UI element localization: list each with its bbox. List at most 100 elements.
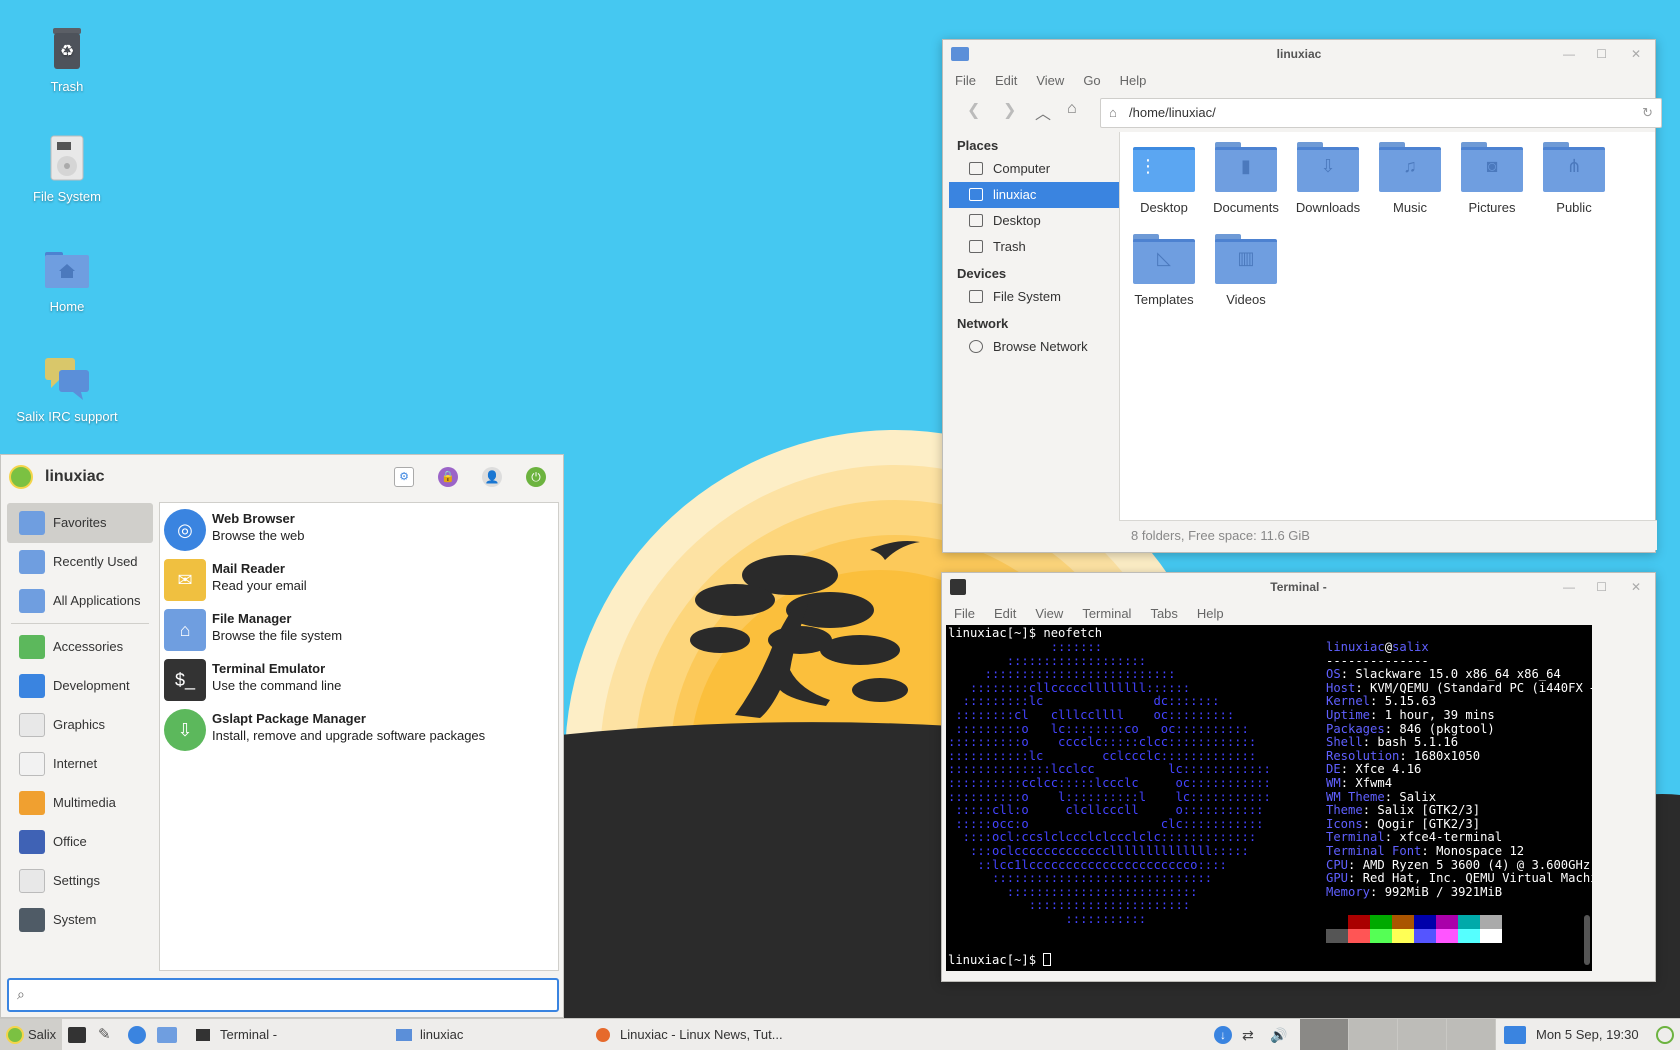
category-development[interactable]: Development	[7, 666, 153, 706]
category-favorites[interactable]: Favorites	[7, 503, 153, 543]
maximize-button[interactable]: ☐	[1596, 40, 1607, 68]
menu-edit[interactable]: Edit	[995, 73, 1017, 88]
menu-help[interactable]: Help	[1120, 73, 1147, 88]
search-field[interactable]: ⌕	[7, 978, 559, 1012]
back-arrow-icon[interactable]: ❮	[967, 100, 980, 120]
workspace-1[interactable]	[1300, 1019, 1348, 1050]
start-menu-button[interactable]: Salix	[0, 1019, 62, 1050]
info-value: : Xfwm4	[1340, 775, 1393, 790]
menu-file[interactable]: File	[954, 606, 975, 621]
terminal-titlebar[interactable]: Terminal - — ☐ ✕	[942, 573, 1655, 601]
info-value: : Monospace 12	[1421, 843, 1525, 858]
category-multimedia[interactable]: Multimedia	[7, 783, 153, 823]
minimize-button[interactable]: —	[1563, 573, 1575, 601]
app-web-browser[interactable]: ◎ Web Browser Browse the web	[164, 505, 554, 553]
folder-videos[interactable]: ▥ Videos	[1206, 234, 1286, 307]
info-key: WM Theme	[1326, 789, 1385, 804]
task-terminal[interactable]: Terminal -	[190, 1019, 380, 1050]
menu-tabs[interactable]: Tabs	[1150, 606, 1177, 621]
menu-view[interactable]: View	[1035, 606, 1063, 621]
category-accessories[interactable]: Accessories	[7, 627, 153, 667]
desktop-icon-salix-irc[interactable]: Salix IRC support	[12, 354, 122, 424]
menu-file[interactable]: File	[955, 73, 976, 88]
folder-label: Desktop	[1140, 200, 1188, 215]
lock-screen-icon[interactable]: 🔒	[438, 467, 458, 487]
info-key: DE	[1326, 762, 1341, 777]
menu-view[interactable]: View	[1036, 73, 1064, 88]
show-desktop-icon[interactable]	[1504, 1026, 1526, 1044]
sidebar-item-linuxiac[interactable]: linuxiac	[949, 182, 1119, 208]
workspace-3[interactable]	[1398, 1019, 1446, 1050]
folder-desktop[interactable]: ⋮ Desktop	[1124, 142, 1204, 215]
category-office[interactable]: Office	[7, 822, 153, 862]
volume-icon[interactable]: 🔊	[1270, 1019, 1287, 1050]
text-editor-launcher-icon[interactable]: ✎	[98, 1025, 116, 1045]
workspace-2[interactable]	[1349, 1019, 1397, 1050]
terminal-scrollbar[interactable]	[1584, 915, 1590, 965]
close-button[interactable]: ✕	[1631, 573, 1641, 601]
category-recently-used[interactable]: Recently Used	[7, 542, 153, 582]
folder-documents[interactable]: ▮ Documents	[1206, 142, 1286, 215]
file-manager-launcher-icon[interactable]	[157, 1027, 177, 1043]
folder-public[interactable]: ⋔ Public	[1534, 142, 1614, 215]
desktop-icon-label: File System	[33, 189, 101, 204]
folder-music[interactable]: ♫ Music	[1370, 142, 1450, 215]
terminal-window[interactable]: Terminal - — ☐ ✕ File Edit View Terminal…	[941, 572, 1656, 982]
minimize-button[interactable]: —	[1563, 40, 1575, 68]
desktop-icon-home[interactable]: Home	[12, 244, 122, 314]
search-input[interactable]	[35, 984, 545, 1006]
terminal-launcher-icon[interactable]	[68, 1027, 86, 1043]
desktop-folder-icon: ⋮	[1133, 142, 1195, 192]
menu-go[interactable]: Go	[1083, 73, 1100, 88]
menu-help[interactable]: Help	[1197, 606, 1224, 621]
updates-icon[interactable]: ↓	[1214, 1026, 1232, 1044]
sidebar-item-file-system[interactable]: File System	[949, 284, 1119, 310]
category-all-applications[interactable]: All Applications	[7, 581, 153, 621]
desktop-icon-file-system[interactable]: File System	[12, 134, 122, 204]
switch-user-icon[interactable]: 👤	[482, 467, 502, 487]
close-button[interactable]: ✕	[1631, 40, 1641, 68]
sidebar-item-computer[interactable]: Computer	[949, 156, 1119, 182]
folder-downloads[interactable]: ⇩ Downloads	[1288, 142, 1368, 215]
location-path: /home/linuxiac/	[1129, 105, 1216, 120]
file-manager-window[interactable]: linuxiac — ☐ ✕ File Edit View Go Help ❮ …	[942, 39, 1662, 553]
sidebar-item-trash[interactable]: Trash	[949, 234, 1119, 260]
reload-icon[interactable]: ↻	[1642, 99, 1653, 127]
category-system[interactable]: System	[7, 900, 153, 940]
task-firefox[interactable]: Linuxiac - Linux News, Tut...	[590, 1019, 810, 1050]
home-icon[interactable]: ⌂	[1067, 100, 1077, 118]
category-graphics[interactable]: Graphics	[7, 705, 153, 745]
app-terminal-emulator[interactable]: $_ Terminal Emulator Use the command line	[164, 655, 554, 703]
clock[interactable]: Mon 5 Sep, 19:30	[1536, 1019, 1639, 1050]
category-settings[interactable]: Settings	[7, 861, 153, 901]
menu-edit[interactable]: Edit	[994, 606, 1016, 621]
file-manager-titlebar[interactable]: linuxiac — ☐ ✕	[943, 40, 1655, 68]
info-value: : xfce4-terminal	[1384, 830, 1503, 845]
location-bar[interactable]: ⌂ /home/linuxiac/ ↻	[1100, 98, 1662, 128]
session-icon[interactable]	[1656, 1026, 1674, 1044]
folder-view[interactable]: ⋮ Desktop ▮ Documents ⇩ Downloads ♫ Music ◙ P…	[1119, 132, 1655, 520]
forward-arrow-icon[interactable]: ❯	[1003, 100, 1016, 120]
browser-launcher-icon[interactable]	[128, 1026, 146, 1044]
maximize-button[interactable]: ☐	[1596, 573, 1607, 601]
workspace-4[interactable]	[1447, 1019, 1495, 1050]
logout-icon[interactable]: ⏻	[526, 467, 546, 487]
category-internet[interactable]: Internet	[7, 744, 153, 784]
settings-manager-icon[interactable]: ⚙	[394, 467, 414, 487]
folder-pictures[interactable]: ◙ Pictures	[1452, 142, 1532, 215]
sidebar-item-browse-network[interactable]: Browse Network	[949, 334, 1119, 360]
terminal-icon: $_	[164, 659, 206, 701]
task-file-manager[interactable]: linuxiac	[390, 1019, 580, 1050]
app-gslapt-package-manager[interactable]: ⇩ Gslapt Package Manager Install, remove a…	[164, 705, 554, 753]
network-icon[interactable]: ⇄	[1242, 1019, 1254, 1050]
app-mail-reader[interactable]: ✉ Mail Reader Read your email	[164, 555, 554, 603]
info-key: Icons	[1326, 816, 1363, 831]
sidebar-item-desktop[interactable]: Desktop	[949, 208, 1119, 234]
folder-templates[interactable]: ◺ Templates	[1124, 234, 1204, 307]
desktop-icon-trash[interactable]: ♻ Trash	[12, 24, 122, 94]
menu-terminal[interactable]: Terminal	[1082, 606, 1131, 621]
workspace-switcher[interactable]	[1300, 1019, 1496, 1050]
terminal-output[interactable]: linuxiac[~]$ neofetch ::::::: ::::::::::…	[946, 625, 1592, 971]
up-arrow-icon[interactable]: ︿	[1035, 100, 1051, 124]
app-file-manager[interactable]: ⌂ File Manager Browse the file system	[164, 605, 554, 653]
